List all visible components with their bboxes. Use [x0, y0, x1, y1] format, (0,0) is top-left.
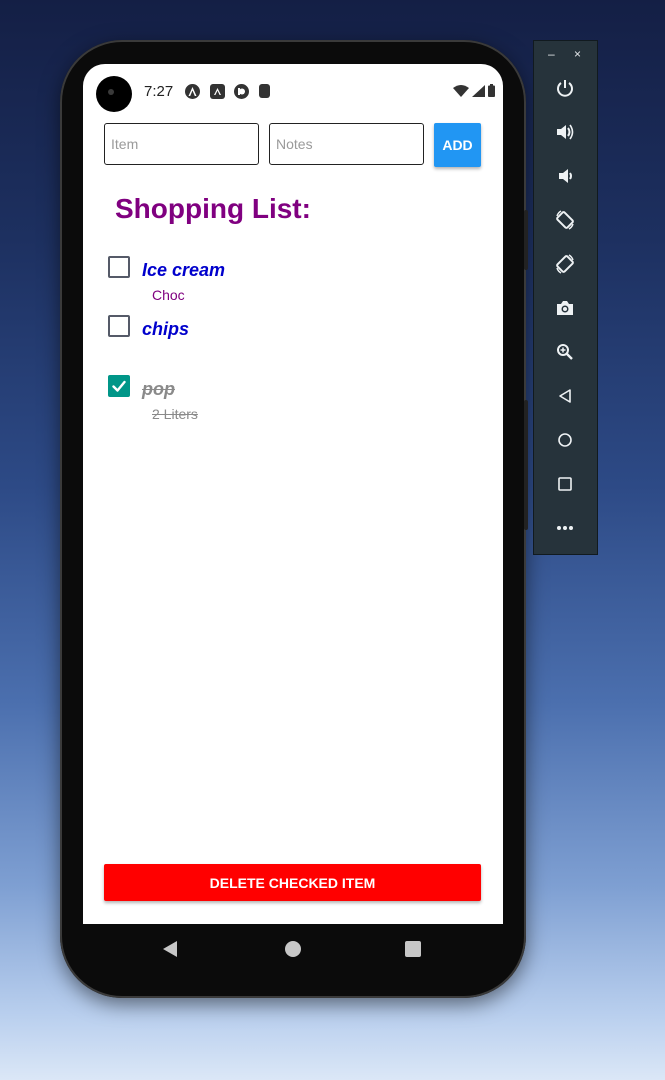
item-name: pop — [142, 379, 175, 399]
camera-icon[interactable] — [548, 293, 582, 323]
power-icon[interactable] — [548, 73, 582, 103]
item-checkbox-checked[interactable] — [108, 375, 130, 397]
notes-input[interactable] — [269, 123, 424, 165]
a-square-icon — [210, 84, 225, 99]
emulator-toolbar: – × — [533, 40, 598, 555]
volume-down-icon[interactable] — [548, 161, 582, 191]
nav-home-icon[interactable] — [285, 941, 301, 957]
rotate-right-icon[interactable] — [548, 249, 582, 279]
wifi-icon — [453, 84, 469, 97]
sd-card-icon — [259, 84, 270, 98]
more-icon[interactable] — [548, 513, 582, 543]
item-checkbox[interactable] — [108, 256, 130, 278]
nav-back-icon[interactable] — [163, 941, 177, 957]
item-checkbox[interactable] — [108, 315, 130, 337]
minimize-button[interactable]: – — [548, 47, 555, 61]
back-icon[interactable] — [548, 381, 582, 411]
item-name: chips — [142, 319, 190, 339]
rotate-left-icon[interactable] — [548, 205, 582, 235]
expo-icon — [234, 84, 249, 99]
toolbar-window-controls: – × — [534, 45, 597, 65]
item-input[interactable] — [104, 123, 259, 165]
android-nav-bar — [83, 924, 503, 976]
item-name: Ice cream — [142, 260, 226, 280]
battery-icon — [488, 84, 495, 97]
item-note: Choc — [152, 287, 185, 303]
front-camera — [96, 76, 132, 112]
item-note: 2 Liters — [152, 406, 198, 422]
phone-volume-button — [524, 210, 528, 270]
overview-icon[interactable] — [548, 469, 582, 499]
status-time: 7:27 — [144, 83, 174, 100]
home-icon[interactable] — [548, 425, 582, 455]
volume-up-icon[interactable] — [548, 117, 582, 147]
status-icons-right — [453, 84, 495, 97]
page-title: Shopping List: — [115, 193, 311, 224]
close-button[interactable]: × — [574, 47, 581, 61]
nav-recents-icon[interactable] — [405, 941, 421, 957]
signal-icon — [472, 84, 485, 97]
checkmark-icon — [112, 380, 126, 392]
phone-power-button — [524, 400, 528, 530]
app-screen: 7:27 ADD Shopping List: Ice cream Choc c… — [83, 64, 503, 924]
android-studio-icon — [185, 84, 200, 99]
add-button[interactable]: ADD — [434, 123, 481, 167]
delete-checked-button[interactable]: DELETE CHECKED ITEM — [104, 864, 481, 901]
zoom-icon[interactable] — [548, 337, 582, 367]
